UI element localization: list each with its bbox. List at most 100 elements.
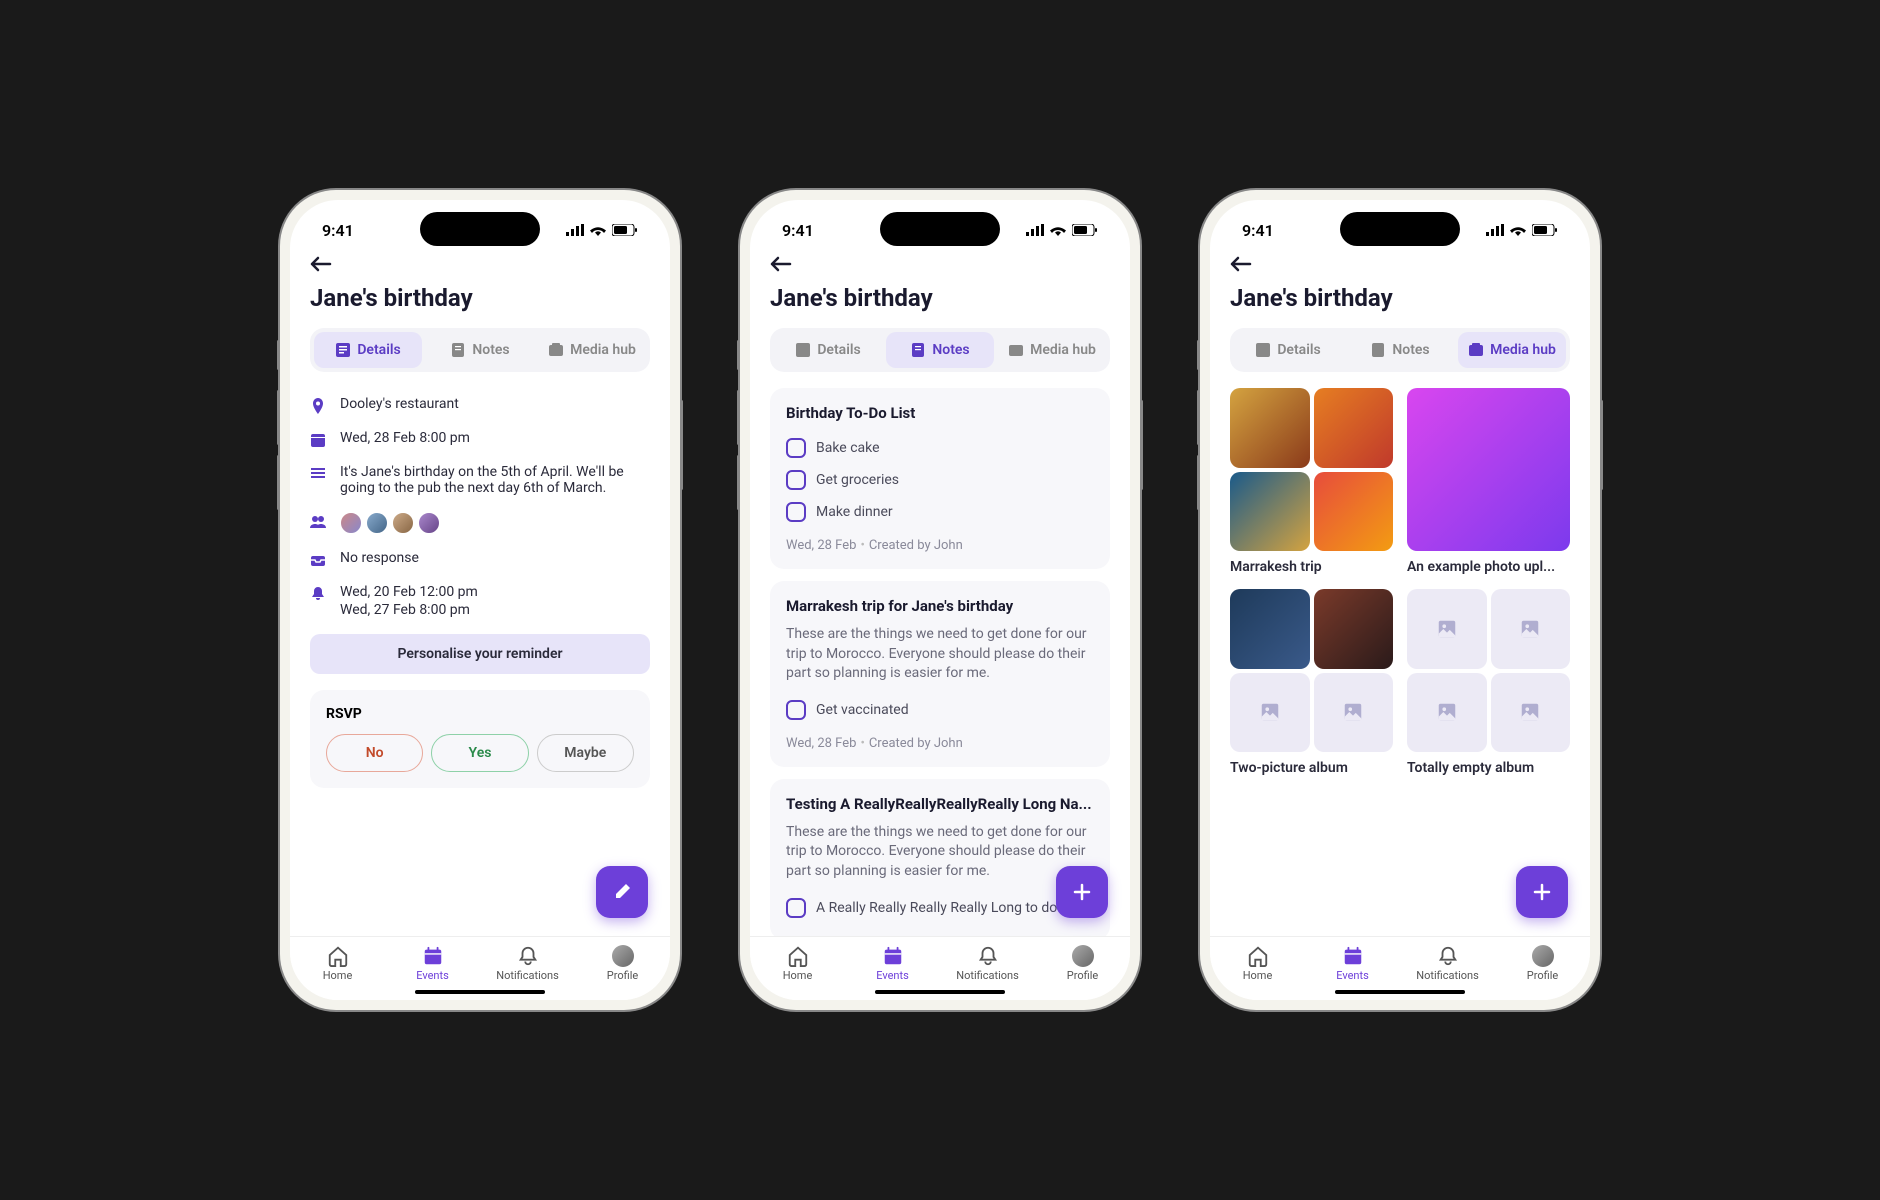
- checkbox-icon[interactable]: [786, 898, 806, 918]
- todo-item[interactable]: Get vaccinated: [786, 694, 1094, 726]
- calendar-icon: [310, 432, 326, 448]
- todo-item[interactable]: Make dinner: [786, 496, 1094, 528]
- device-notch: [1340, 212, 1460, 246]
- events-icon: [422, 945, 444, 967]
- plus-icon: [1531, 881, 1553, 903]
- tab-media[interactable]: Media hub: [1458, 332, 1566, 368]
- status-indicators: [1026, 224, 1098, 236]
- tab-notes[interactable]: Notes: [886, 332, 994, 368]
- nav-back: [750, 248, 1130, 276]
- rsvp-heading: RSVP: [326, 706, 634, 722]
- home-icon: [1247, 945, 1269, 967]
- checkbox-icon[interactable]: [786, 438, 806, 458]
- nav-notifications[interactable]: Notifications: [940, 945, 1035, 982]
- nav-notifications[interactable]: Notifications: [480, 945, 575, 982]
- back-button[interactable]: [770, 256, 1110, 272]
- notifications-icon: [517, 945, 539, 967]
- events-icon: [882, 945, 904, 967]
- status-time: 9:41: [322, 221, 354, 240]
- home-indicator: [415, 990, 545, 994]
- nav-events[interactable]: Events: [845, 945, 940, 982]
- avatar: [340, 512, 362, 534]
- status-indicators: [566, 224, 638, 236]
- details-icon: [335, 342, 351, 358]
- nav-events[interactable]: Events: [1305, 945, 1400, 982]
- edit-fab[interactable]: [596, 866, 648, 918]
- tab-media[interactable]: Media hub: [538, 332, 646, 368]
- todo-item[interactable]: Bake cake: [786, 432, 1094, 464]
- page-title: Jane's birthday: [1210, 276, 1590, 328]
- home-icon: [787, 945, 809, 967]
- nav-profile[interactable]: Profile: [1035, 945, 1130, 982]
- nav-back: [290, 248, 670, 276]
- album-item[interactable]: Two-picture album: [1230, 589, 1393, 776]
- tab-details[interactable]: Details: [314, 332, 422, 368]
- nav-events[interactable]: Events: [385, 945, 480, 982]
- details-icon: [1255, 342, 1271, 358]
- nav-home[interactable]: Home: [1210, 945, 1305, 982]
- rsvp-yes-button[interactable]: Yes: [431, 734, 528, 772]
- media-icon: [1468, 342, 1484, 358]
- notes-icon: [1370, 342, 1386, 358]
- rsvp-no-button[interactable]: No: [326, 734, 423, 772]
- profile-avatar-icon: [612, 945, 634, 967]
- detail-reminders: Wed, 20 Feb 12:00 pm Wed, 27 Feb 8:00 pm: [310, 576, 650, 626]
- album-item[interactable]: An example photo upl...: [1407, 388, 1570, 575]
- back-button[interactable]: [1230, 256, 1570, 272]
- todo-item[interactable]: A Really Really Really Really Long to do…: [786, 892, 1094, 924]
- note-card[interactable]: Marrakesh trip for Jane's birthday These…: [770, 581, 1110, 767]
- nav-profile[interactable]: Profile: [575, 945, 670, 982]
- album-item[interactable]: Totally empty album: [1407, 589, 1570, 776]
- back-button[interactable]: [310, 256, 650, 272]
- signal-icon: [1486, 224, 1504, 236]
- wifi-icon: [590, 224, 606, 236]
- status-time: 9:41: [1242, 221, 1274, 240]
- checkbox-icon[interactable]: [786, 700, 806, 720]
- album-thumbnail: [1314, 589, 1394, 669]
- page-title: Jane's birthday: [750, 276, 1130, 328]
- album-placeholder: [1407, 673, 1487, 753]
- personalise-reminder-button[interactable]: Personalise your reminder: [310, 634, 650, 674]
- note-meta: Wed, 28 Feb•Created by John: [786, 538, 1094, 553]
- battery-icon: [1072, 224, 1098, 236]
- note-description: These are the things we need to get done…: [786, 823, 1094, 882]
- album-thumbnail: [1407, 388, 1570, 551]
- image-placeholder-icon: [1519, 701, 1541, 723]
- note-description: These are the things we need to get done…: [786, 625, 1094, 684]
- phone-media: 9:41 Jane's birthday Details Notes: [1200, 190, 1600, 1010]
- tab-media[interactable]: Media hub: [998, 332, 1106, 368]
- signal-icon: [1026, 224, 1044, 236]
- wifi-icon: [1050, 224, 1066, 236]
- checkbox-icon[interactable]: [786, 502, 806, 522]
- detail-rsvp-status: No response: [310, 542, 650, 576]
- note-card[interactable]: Birthday To-Do List Bake cake Get grocer…: [770, 388, 1110, 569]
- album-placeholder: [1407, 589, 1487, 669]
- tab-notes[interactable]: Notes: [426, 332, 534, 368]
- notifications-icon: [1437, 945, 1459, 967]
- location-icon: [310, 398, 326, 414]
- people-icon: [310, 514, 326, 530]
- attendee-avatars[interactable]: [340, 512, 440, 534]
- album-title: Two-picture album: [1230, 760, 1393, 776]
- add-fab[interactable]: [1056, 866, 1108, 918]
- tab-details[interactable]: Details: [774, 332, 882, 368]
- album-title: Marrakesh trip: [1230, 559, 1393, 575]
- events-icon: [1342, 945, 1364, 967]
- tab-notes[interactable]: Notes: [1346, 332, 1454, 368]
- nav-home[interactable]: Home: [750, 945, 845, 982]
- checkbox-icon[interactable]: [786, 470, 806, 490]
- todo-item[interactable]: Get groceries: [786, 464, 1094, 496]
- nav-home[interactable]: Home: [290, 945, 385, 982]
- tab-details[interactable]: Details: [1234, 332, 1342, 368]
- device-notch: [880, 212, 1000, 246]
- status-time: 9:41: [782, 221, 814, 240]
- album-thumbnail: [1314, 388, 1394, 468]
- nav-profile[interactable]: Profile: [1495, 945, 1590, 982]
- nav-notifications[interactable]: Notifications: [1400, 945, 1495, 982]
- home-indicator: [1335, 990, 1465, 994]
- album-item[interactable]: Marrakesh trip: [1230, 388, 1393, 575]
- battery-icon: [612, 224, 638, 236]
- rsvp-maybe-button[interactable]: Maybe: [537, 734, 634, 772]
- image-placeholder-icon: [1436, 701, 1458, 723]
- add-fab[interactable]: [1516, 866, 1568, 918]
